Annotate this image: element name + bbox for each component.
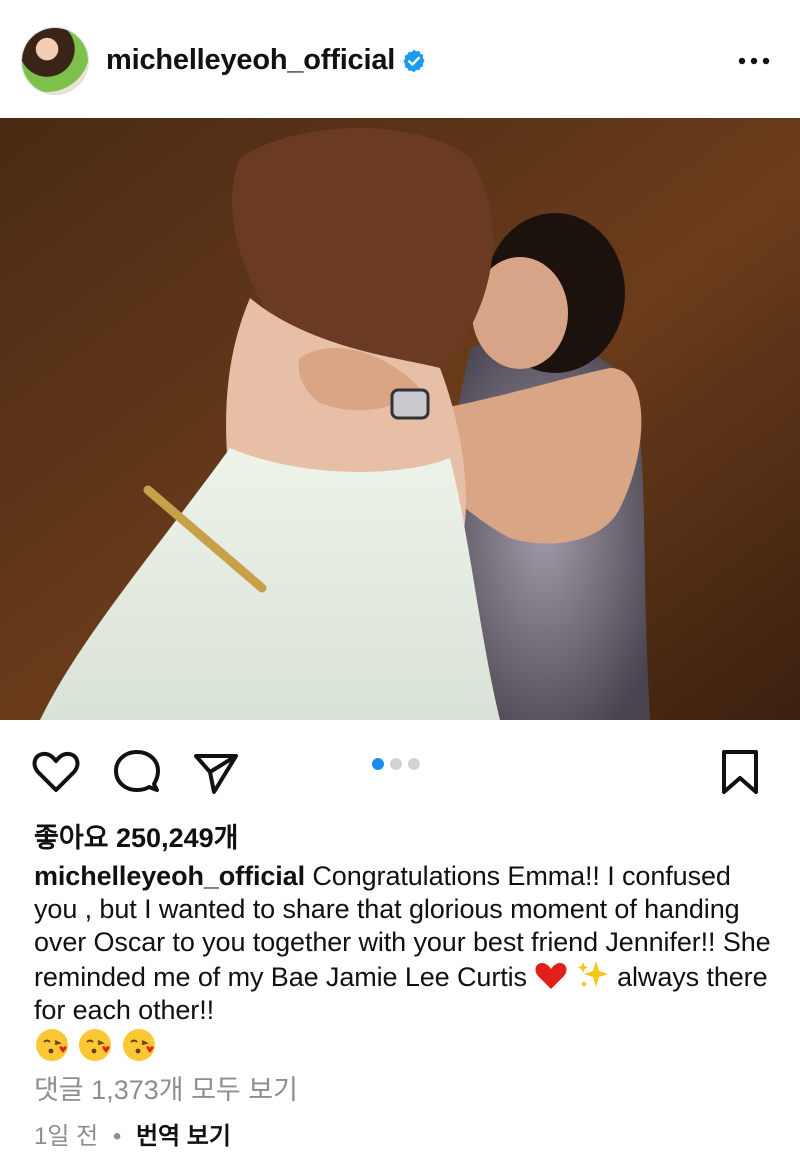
- carousel-dot-1: [372, 758, 384, 770]
- paper-plane-icon[interactable]: [190, 746, 242, 798]
- carousel-dot-2: [390, 758, 402, 770]
- more-options-icon[interactable]: [736, 50, 772, 72]
- post-header: michelleyeoh_official: [0, 0, 800, 118]
- red-heart-icon: [535, 963, 567, 989]
- post-caption: michelleyeoh_official Congratulations Em…: [34, 860, 774, 1066]
- face-blowing-kiss-icon: [36, 1029, 68, 1061]
- username-text[interactable]: michelleyeoh_official: [106, 44, 395, 76]
- kiss-emojis: [34, 1029, 157, 1064]
- post-photo[interactable]: [0, 118, 800, 720]
- post-meta: 1일 전 • 번역 보기: [34, 1116, 231, 1151]
- caption-username[interactable]: michelleyeoh_official: [34, 861, 305, 891]
- meta-separator: •: [112, 1123, 122, 1150]
- comment-bubble-icon[interactable]: [110, 746, 162, 798]
- carousel-dot-3: [408, 758, 420, 770]
- profile-avatar[interactable]: [22, 28, 88, 94]
- carousel-indicator: [372, 758, 420, 770]
- likes-count[interactable]: 좋아요 250,249개: [34, 816, 238, 855]
- post-username[interactable]: michelleyeoh_official: [106, 44, 427, 77]
- face-blowing-kiss-icon: [122, 1029, 155, 1061]
- heart-outline-icon[interactable]: [30, 746, 82, 798]
- post-timestamp: 1일 전: [34, 1123, 99, 1150]
- face-blowing-kiss-icon: [79, 1029, 112, 1061]
- bookmark-outline-icon[interactable]: [714, 746, 766, 798]
- view-all-comments-link[interactable]: 댓글 1,373개 모두 보기: [34, 1068, 298, 1107]
- see-translation-link[interactable]: 번역 보기: [136, 1123, 231, 1150]
- sparkles-icon: [577, 961, 608, 988]
- verified-badge-icon: [403, 49, 425, 73]
